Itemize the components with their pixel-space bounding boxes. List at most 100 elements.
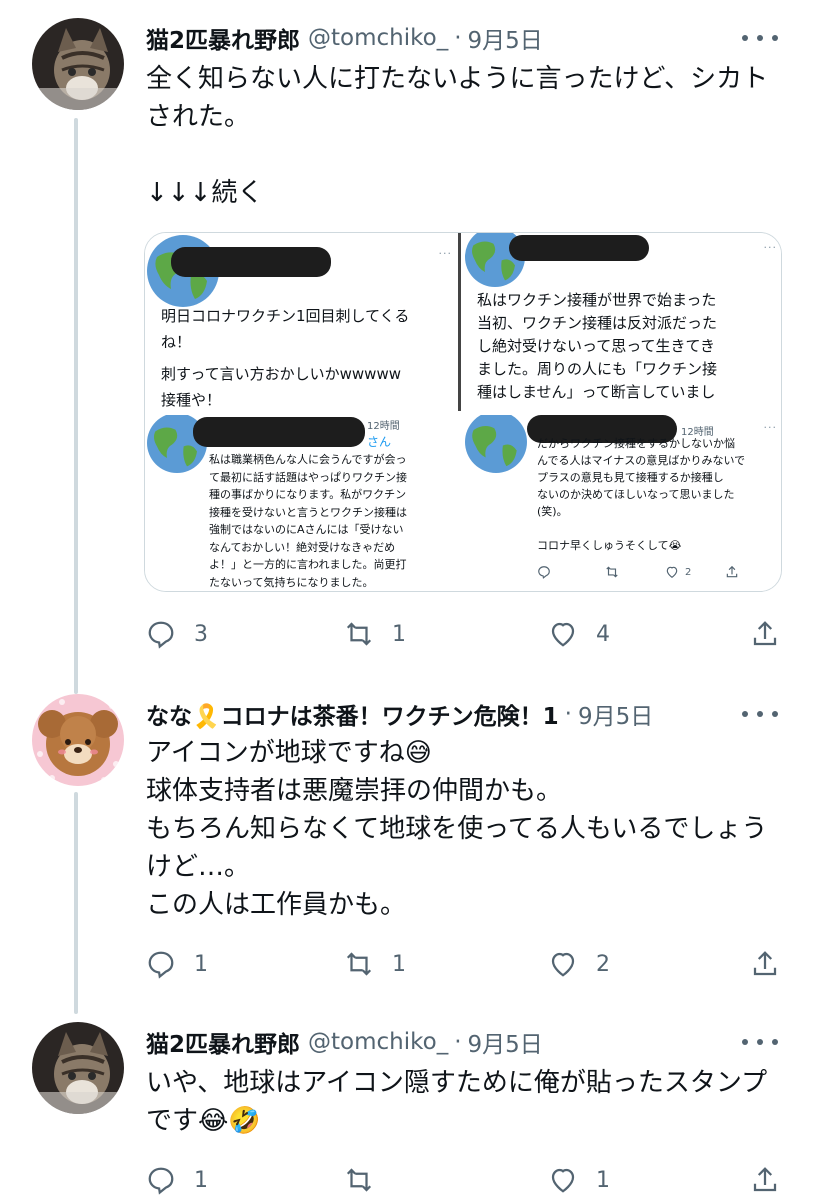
tweet-text-line: けど…。 xyxy=(146,852,251,882)
more-options-icon[interactable] xyxy=(742,26,778,50)
avatar[interactable] xyxy=(32,1022,124,1114)
like-icon xyxy=(551,952,575,977)
like-button[interactable]: 1 xyxy=(548,1162,610,1198)
retweet-button[interactable]: 1 xyxy=(344,946,406,982)
reply-button[interactable]: 1 xyxy=(146,1162,208,1198)
panel-text-line: だからワクチン接種をするかしないか悩 xyxy=(537,437,735,450)
panel-text-line: 刺すって言い方おかしいかwwwww xyxy=(161,365,401,383)
share-button[interactable] xyxy=(750,1162,780,1198)
panel-text: 明日コロナワクチン1回目刺してくる ね！ 刺すって言い方おかしいかwwwww 接… xyxy=(161,303,409,411)
panel-text-line: 接種を受けないと言うとワクチン接種は xyxy=(209,505,407,519)
share-icon xyxy=(753,621,777,646)
timestamp[interactable]: 9月5日 xyxy=(468,1025,543,1059)
reply-icon xyxy=(148,1167,174,1195)
media-image-2[interactable]: ··· 私はワクチン接種が世界で始まった 当初、ワクチン接種は反対派だった し絶… xyxy=(461,233,781,411)
retweet-count: 1 xyxy=(392,621,406,647)
panel-text-line: コロナ早くしゅうそくして😭 xyxy=(537,539,682,552)
tweet-header: なな🎗️コロナは茶番！ワクチン危険！1 · 9月5日 xyxy=(146,696,653,732)
panel-like-count: 2 xyxy=(685,567,692,578)
panel-text-line: 明日コロナワクチン1回目刺してくる xyxy=(161,307,410,325)
more-options-icon[interactable]: ··· xyxy=(764,421,778,434)
share-button[interactable] xyxy=(750,946,780,982)
tweet-text-line: もちろん知らなくて地球を使ってる人もいるでしょう xyxy=(146,814,768,844)
reply-button[interactable]: 3 xyxy=(146,616,208,652)
tweet-text: 全く知らない人に打たないように言ったけど、シカト された。 ↓↓↓続く xyxy=(146,60,786,212)
tweet-text-line: です😂🤣 xyxy=(146,1106,261,1136)
more-options-icon[interactable] xyxy=(742,702,778,726)
panel-text: 私は職業柄色んな人に会うんですが会っ て最初に話す話題はやっぱりワクチン接 種の… xyxy=(209,451,407,591)
tweet-header: 猫2匹暴れ野郎 @tomchiko_ · 9月5日 xyxy=(146,20,543,56)
share-icon xyxy=(726,565,738,578)
separator-dot: · xyxy=(454,1029,462,1055)
tweet-text-line: ↓↓↓続く xyxy=(146,178,264,208)
like-icon xyxy=(551,622,575,647)
tweet-text-line: された。 xyxy=(146,102,251,132)
panel-text-line: 種の事ばかりになります。私がワクチン xyxy=(209,488,407,501)
panel-text-line: よ！」と一方的に言われました。尚更打 xyxy=(209,558,407,571)
panel-timestamp: 12時間 xyxy=(367,421,400,432)
media-image-3[interactable]: 12時間 さん 私は職業柄色んな人に会うんですが会っ て最初に話す話題はやっぱり… xyxy=(145,415,461,591)
avatar[interactable] xyxy=(32,694,124,786)
panel-text-line: 強制ではないのにAさんには「受けない xyxy=(209,523,404,536)
user-handle[interactable]: @tomchiko_ xyxy=(308,1029,448,1055)
display-name[interactable]: なな🎗️コロナは茶番！ワクチン危険！1 xyxy=(146,697,559,731)
panel-text-line: ね！ xyxy=(161,333,192,351)
like-button[interactable]: 4 xyxy=(548,616,610,652)
share-button[interactable] xyxy=(750,616,780,652)
tweet-text-line: 球体支持者は悪魔崇拝の仲間かも。 xyxy=(146,776,563,806)
panel-text: 私はワクチン接種が世界で始まった 当初、ワクチン接種は反対派だった し絶対受けな… xyxy=(477,289,717,404)
tweet-actions: 1 1 2 xyxy=(146,946,786,982)
tweet-text: いや、地球はアイコン隠すために俺が貼ったスタンプ です😂🤣 xyxy=(146,1064,786,1140)
globe-avatar-icon xyxy=(465,415,527,473)
panel-text-line: 接種や！ xyxy=(161,391,222,409)
like-button[interactable]: 2 xyxy=(548,946,610,982)
retweet-icon xyxy=(346,1168,372,1192)
panel-text-line: (笑)。 xyxy=(537,505,568,518)
panel-text-line: 私は職業柄色んな人に会うんですが会っ xyxy=(209,453,407,466)
reply-icon xyxy=(148,621,174,649)
tweet-text-line: この人は工作員かも。 xyxy=(146,890,407,920)
share-icon xyxy=(753,951,777,976)
panel-text-line: し絶対受けないって思って生きてき xyxy=(477,337,716,355)
thread-connector xyxy=(74,118,78,694)
media-image-4[interactable]: 12時間 ··· だからワクチン接種をするかしないか悩 んでる人はマイナスの意見… xyxy=(463,415,781,591)
teddy-bear-avatar-image xyxy=(32,694,124,786)
timestamp[interactable]: 9月5日 xyxy=(578,697,653,731)
more-options-icon[interactable] xyxy=(742,1030,778,1054)
avatar[interactable] xyxy=(32,18,124,110)
reply-icon xyxy=(148,951,174,979)
tweet-actions: 3 1 4 xyxy=(146,616,786,652)
panel-text-line: ないのか決めてほしいなって思いました xyxy=(537,488,735,501)
timestamp[interactable]: 9月5日 xyxy=(468,21,543,55)
panel-text-line: なんておかしい！絶対受けなきゃだめ xyxy=(209,540,396,554)
tweet-text-line: アイコンが地球ですね😅 xyxy=(146,738,432,768)
separator-dot: · xyxy=(454,25,462,51)
panel-text-line: ました。周りの人にも「ワクチン接 xyxy=(477,360,718,378)
display-name[interactable]: 猫2匹暴れ野郎 xyxy=(146,1025,300,1059)
media-image-1[interactable]: ··· 明日コロナワクチン1回目刺してくる ね！ 刺すって言い方おかしいかwww… xyxy=(145,233,458,411)
thread-connector xyxy=(74,792,78,1014)
panel-text-line xyxy=(537,520,745,537)
tweet-text-line: 全く知らない人に打たないように言ったけど、シカト xyxy=(146,64,769,94)
tweet-media-grid[interactable]: ··· 明日コロナワクチン1回目刺してくる ね！ 刺すって言い方おかしいかwww… xyxy=(144,232,782,592)
reply-button[interactable]: 1 xyxy=(146,946,208,982)
display-name[interactable]: 猫2匹暴れ野郎 xyxy=(146,21,300,55)
panel-text-line: プラスの意見も見て接種するか接種し xyxy=(537,471,724,484)
panel-text-line: 当初、ワクチン接種は反対派だった xyxy=(477,314,718,332)
retweet-button[interactable]: 1 xyxy=(344,616,406,652)
tweet-text: アイコンが地球ですね😅 球体支持者は悪魔崇拝の仲間かも。 もちろん知らなくて地球… xyxy=(146,734,786,924)
more-options-icon[interactable]: ··· xyxy=(439,247,453,260)
panel-text-line: 種はしません」って断言していまし xyxy=(477,383,716,401)
like-count: 4 xyxy=(596,621,610,647)
panel-text-line: て最初に話す話題はやっぱりワクチン接 xyxy=(209,470,407,484)
user-handle[interactable]: @tomchiko_ xyxy=(308,25,448,51)
panel-text-line: 私はワクチン接種が世界で始まった xyxy=(477,291,717,309)
retweet-button[interactable] xyxy=(344,1162,374,1198)
reply-count: 3 xyxy=(194,621,208,647)
cat-avatar-image xyxy=(32,1022,124,1114)
more-options-icon[interactable]: ··· xyxy=(764,241,778,254)
tweet-actions: 1 1 xyxy=(146,1162,786,1198)
tweet-header: 猫2匹暴れ野郎 @tomchiko_ · 9月5日 xyxy=(146,1024,543,1060)
tweet-text-line: いや、地球はアイコン隠すために俺が貼ったスタンプ xyxy=(146,1068,768,1098)
cat-avatar-image xyxy=(32,18,124,110)
